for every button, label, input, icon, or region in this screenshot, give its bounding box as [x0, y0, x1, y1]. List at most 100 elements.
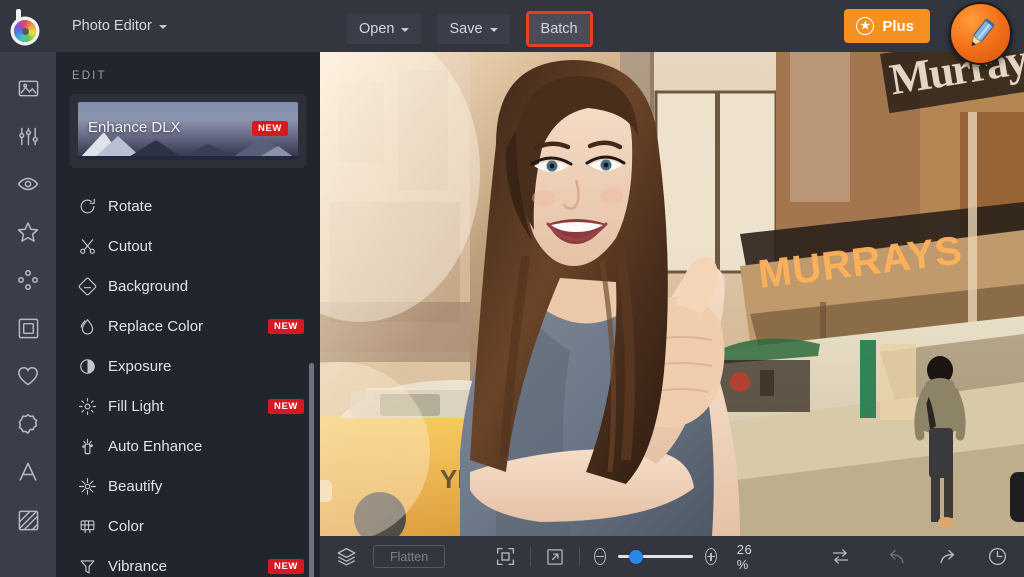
- menu-item-exposure[interactable]: Exposure: [56, 346, 320, 386]
- edit-menu-wrap: Rotate Cutout Background Replace Color N…: [56, 180, 320, 577]
- batch-label: Batch: [540, 21, 578, 37]
- sidebar-item-image[interactable]: [0, 68, 56, 108]
- menu-item-color[interactable]: Color: [56, 506, 320, 546]
- sidebar-item-edit[interactable]: [0, 116, 56, 156]
- sidebar-item-overlays[interactable]: [0, 404, 56, 444]
- app-name-label: Photo Editor: [72, 18, 152, 34]
- menu-item-label: Vibrance: [108, 557, 167, 575]
- plus-upgrade-button[interactable]: ★ Plus: [844, 9, 930, 43]
- texture-icon: [18, 510, 38, 530]
- beautify-icon: [78, 477, 108, 496]
- redo-icon: [940, 549, 955, 563]
- sliders-icon: [18, 127, 38, 145]
- save-button[interactable]: Save: [437, 14, 510, 44]
- batch-button[interactable]: Batch: [528, 14, 590, 44]
- open-label: Open: [359, 21, 395, 37]
- chevron-down-icon: [401, 28, 410, 32]
- history-button[interactable]: [987, 546, 1008, 567]
- status-badge: NEW: [268, 398, 304, 414]
- redo-button[interactable]: [937, 546, 959, 568]
- chevron-down-icon: [489, 28, 498, 32]
- sidebar-item-touch-up[interactable]: [0, 164, 56, 204]
- history-clock-icon: [988, 547, 1007, 566]
- star-icon: [17, 222, 39, 242]
- menu-item-label: Beautify: [108, 477, 163, 495]
- app-name-dropdown[interactable]: Photo Editor: [60, 11, 179, 41]
- menu-item-label: Background: [108, 277, 189, 295]
- edit-panel: EDIT Enhance DLX NEW Rotate Cutout Backg…: [56, 52, 320, 577]
- sidebar-item-frames[interactable]: [0, 308, 56, 348]
- eye-icon: [17, 177, 39, 191]
- open-button[interactable]: Open: [347, 14, 422, 44]
- save-label: Save: [449, 21, 483, 37]
- menu-item-auto-enhance[interactable]: Auto Enhance: [56, 426, 320, 466]
- menu-item-background[interactable]: Background: [56, 266, 320, 306]
- status-badge: NEW: [268, 558, 304, 574]
- menu-item-label: Fill Light: [108, 397, 164, 415]
- expand-icon: [547, 548, 563, 565]
- sidebar-item-textures[interactable]: [0, 500, 56, 540]
- enhance-dlx-promo-card[interactable]: Enhance DLX NEW: [70, 94, 306, 168]
- enhance-dlx-banner-image: Enhance DLX NEW: [78, 102, 298, 160]
- pencil-icon: [970, 17, 995, 46]
- layers-icon: [337, 547, 356, 566]
- menu-item-beautify[interactable]: Beautify: [56, 466, 320, 506]
- sidebar-item-graphics[interactable]: [0, 356, 56, 396]
- edit-orb-button[interactable]: [949, 2, 1012, 65]
- text-a-icon: [19, 462, 37, 481]
- menu-item-label: Replace Color: [108, 317, 204, 335]
- panel-scrollbar[interactable]: [309, 363, 314, 577]
- compare-button[interactable]: [830, 546, 851, 567]
- droplet-icon: [78, 317, 108, 336]
- menu-item-fill-light[interactable]: Fill Light NEW: [56, 386, 320, 426]
- zoom-level-label: 26 %: [736, 541, 753, 572]
- edited-photo: Murrays MURRAYS: [320, 52, 1024, 536]
- layers-button[interactable]: [336, 546, 357, 567]
- edit-menu: Rotate Cutout Background Replace Color N…: [56, 180, 320, 577]
- menu-item-replace-color[interactable]: Replace Color NEW: [56, 306, 320, 346]
- chevron-down-icon: [158, 25, 167, 29]
- undo-icon: [889, 549, 904, 563]
- vibrance-icon: [78, 557, 108, 576]
- fit-to-screen-icon: [497, 547, 515, 566]
- divider: [578, 547, 580, 566]
- heart-icon: [18, 367, 38, 386]
- menu-item-label: Rotate: [108, 197, 153, 215]
- menu-item-label: Color: [108, 517, 144, 535]
- flatten-button[interactable]: Flatten: [373, 545, 446, 568]
- befunky-logo-icon[interactable]: [0, 0, 56, 52]
- menu-item-label: Auto Enhance: [108, 437, 203, 455]
- exposure-icon: [78, 357, 108, 376]
- zoom-slider[interactable]: [617, 549, 693, 564]
- auto-enhance-icon: [78, 437, 108, 456]
- badge-icon: [18, 414, 38, 434]
- menu-item-cutout[interactable]: Cutout: [56, 226, 320, 266]
- expand-button[interactable]: [545, 547, 565, 567]
- menu-item-label: Exposure: [108, 357, 172, 375]
- zoom-out-button[interactable]: [593, 548, 606, 565]
- fit-to-screen-button[interactable]: [495, 546, 516, 567]
- menu-item-vibrance[interactable]: Vibrance NEW: [56, 546, 320, 577]
- sidebar-item-effects[interactable]: [0, 212, 56, 252]
- color-icon: [78, 517, 108, 536]
- frame-icon: [18, 318, 38, 338]
- undo-button[interactable]: [885, 546, 907, 568]
- plus-label: Plus: [882, 17, 914, 35]
- zoom-in-button[interactable]: [704, 548, 717, 565]
- image-icon: [18, 80, 38, 96]
- fill-light-icon: [78, 397, 108, 416]
- divider: [530, 547, 531, 566]
- dots-diamond-icon: [18, 270, 38, 290]
- sidebar-item-text[interactable]: [0, 452, 56, 492]
- tool-rail: [0, 52, 56, 577]
- image-canvas[interactable]: Murrays MURRAYS: [320, 52, 1024, 536]
- zoom-slider-handle[interactable]: [628, 549, 643, 564]
- menu-item-label: Cutout: [108, 237, 153, 255]
- sidebar-item-artsy[interactable]: [0, 260, 56, 300]
- panel-title: EDIT: [72, 70, 107, 82]
- menu-item-rotate[interactable]: Rotate: [56, 186, 320, 226]
- rotate-icon: [78, 197, 108, 216]
- batch-highlight: Batch: [525, 11, 593, 47]
- photo-editor-app: Murrays MURRAYS Photo Editor Open Save B…: [0, 0, 1024, 577]
- scissors-icon: [78, 237, 108, 256]
